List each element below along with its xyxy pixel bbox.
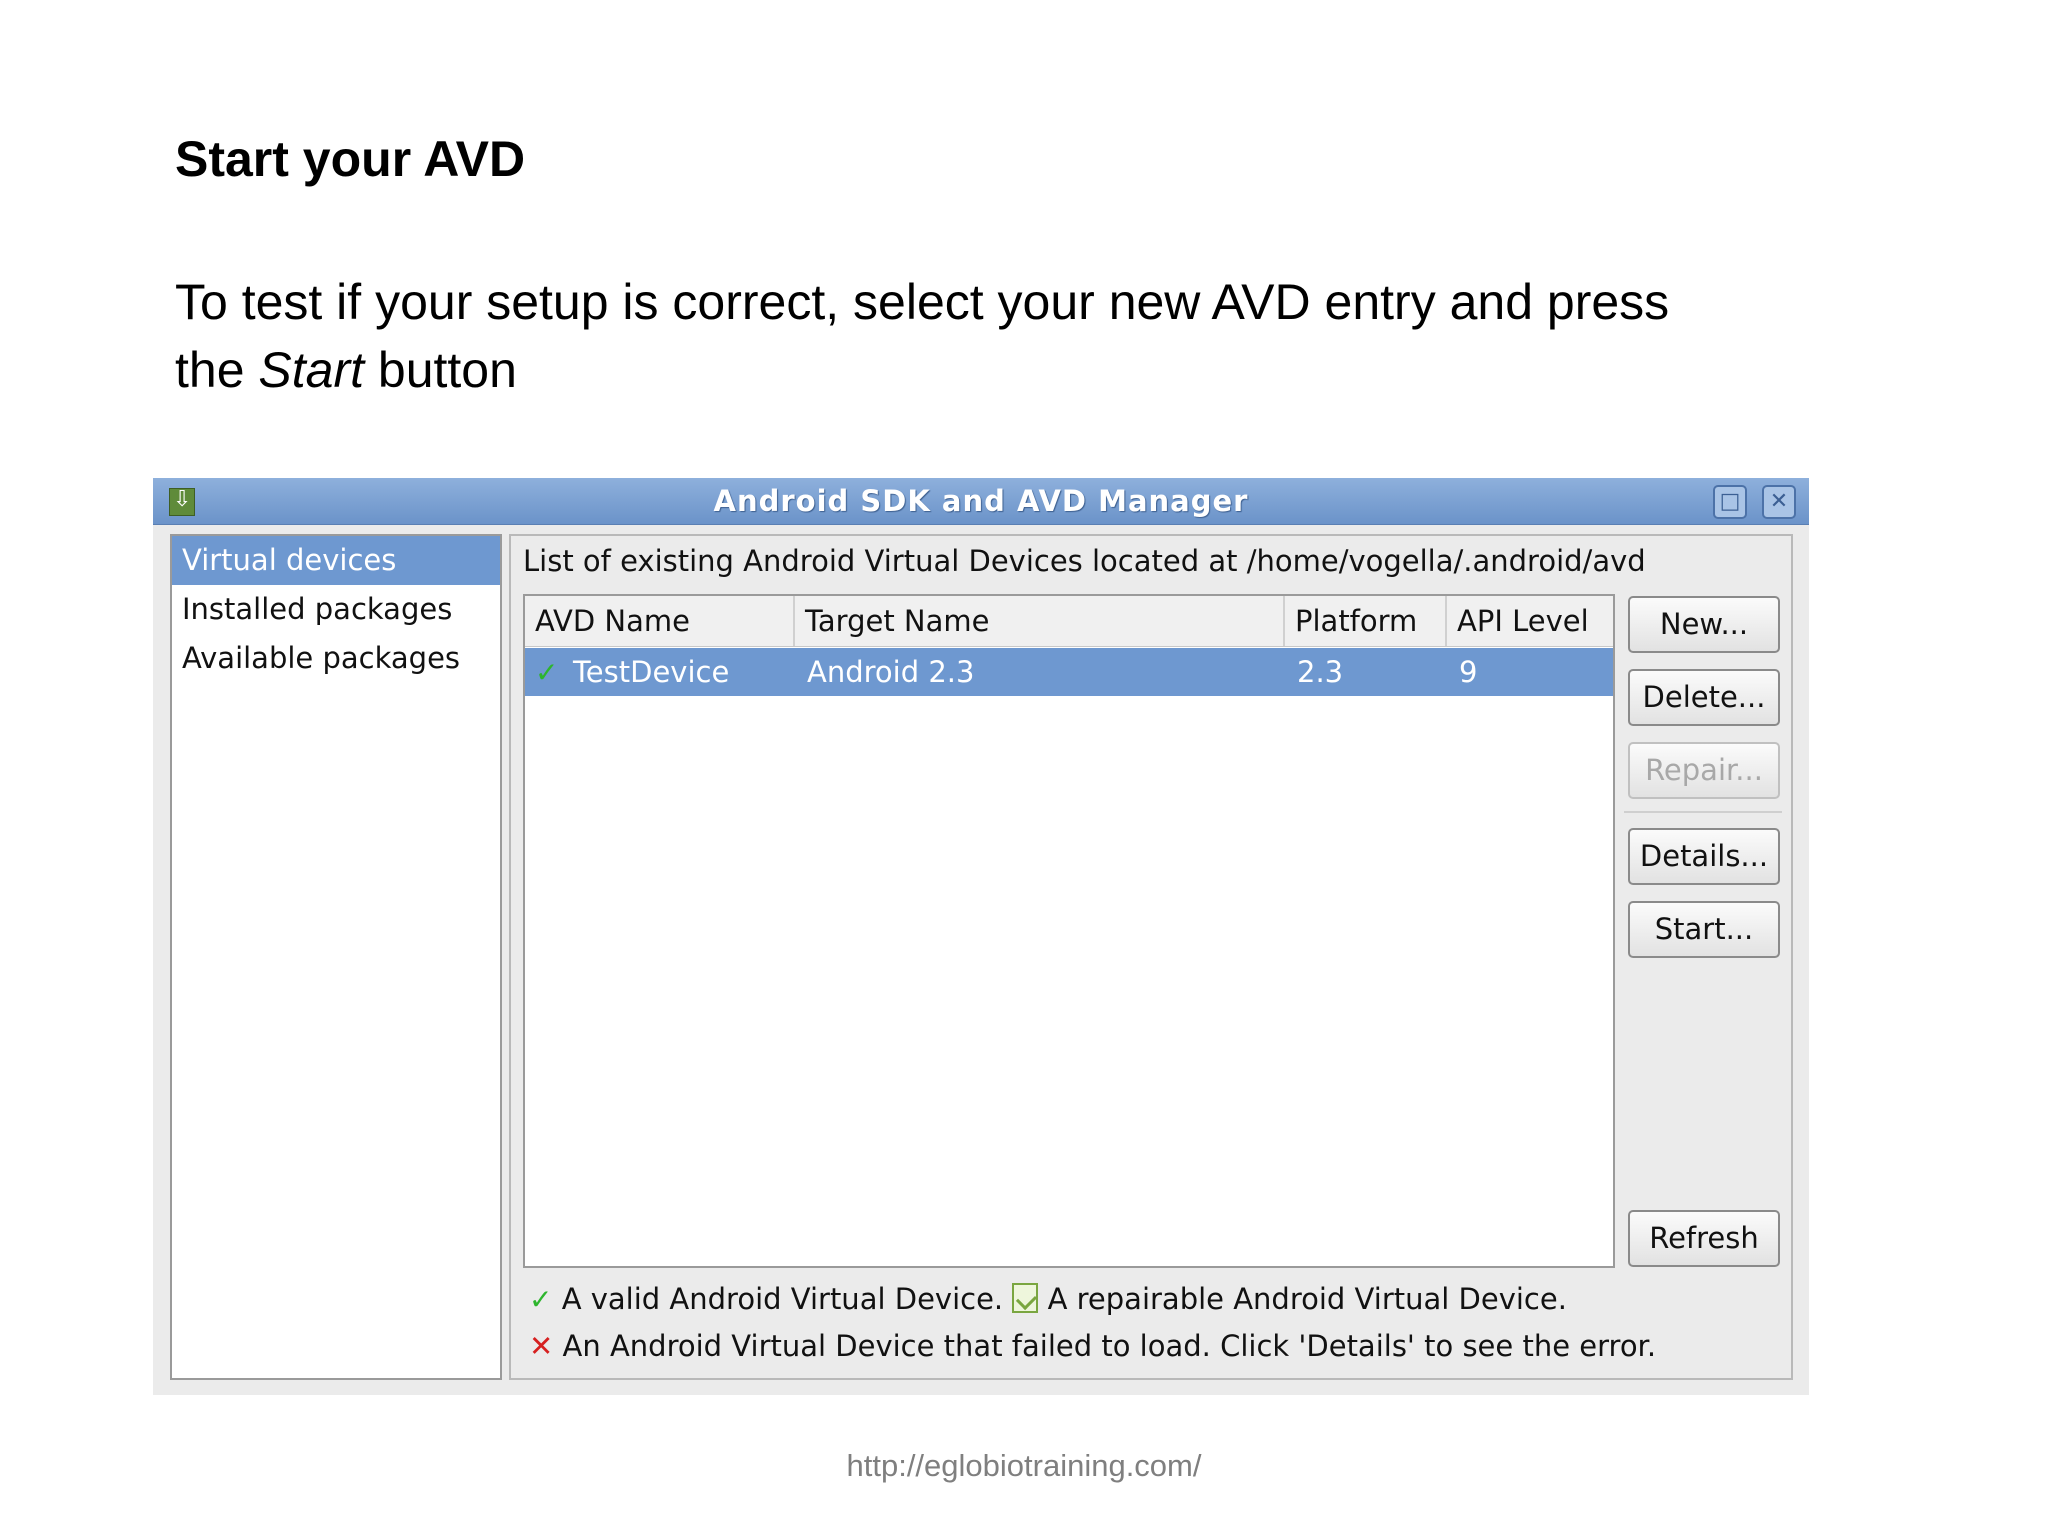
avd-table: AVD Name Target Name Platform API Level … [523, 594, 1615, 1268]
legend-line-1: ✓ A valid Android Virtual Device. A repa… [529, 1282, 1567, 1316]
failed-x-icon: ✕ [529, 1329, 554, 1363]
virtual-devices-panel: List of existing Android Virtual Devices… [509, 534, 1793, 1380]
sidebar-item-installed-packages[interactable]: Installed packages [172, 585, 500, 634]
slide-title: Start your AVD [175, 131, 526, 187]
window-titlebar[interactable]: Android SDK and AVD Manager □ ✕ [153, 478, 1809, 525]
api-level-cell: 9 [1459, 655, 1478, 689]
repairable-icon [1012, 1283, 1039, 1313]
column-header-platform[interactable]: Platform [1285, 596, 1447, 646]
legend-line-2: ✕ An Android Virtual Device that failed … [529, 1329, 1656, 1363]
legend-failed-text: An Android Virtual Device that failed to… [562, 1329, 1657, 1363]
new-button[interactable]: New... [1628, 596, 1780, 653]
avd-name-cell: TestDevice [573, 655, 730, 689]
details-button[interactable]: Details... [1628, 828, 1780, 885]
delete-button[interactable]: Delete... [1628, 669, 1780, 726]
maximize-icon[interactable]: □ [1713, 485, 1747, 519]
table-header: AVD Name Target Name Platform API Level [525, 596, 1613, 647]
button-separator [1624, 811, 1782, 813]
slide-body: To test if your setup is correct, select… [175, 268, 1875, 404]
avd-location-caption: List of existing Android Virtual Devices… [523, 544, 1646, 578]
column-header-target-name[interactable]: Target Name [795, 596, 1285, 646]
sidebar-item-virtual-devices[interactable]: Virtual devices [172, 536, 500, 585]
start-button[interactable]: Start... [1628, 901, 1780, 958]
table-row[interactable]: ✓ TestDevice Android 2.3 2.3 9 [525, 648, 1613, 696]
window-title: Android SDK and AVD Manager [713, 484, 1249, 518]
slide-body-emphasis: Start [258, 342, 364, 398]
check-icon: ✓ [535, 656, 559, 689]
slide-body-line1: To test if your setup is correct, select… [175, 274, 1670, 330]
valid-check-icon: ✓ [529, 1283, 553, 1316]
sidebar-nav: Virtual devices Installed packages Avail… [170, 534, 502, 1380]
footer-url: http://eglobiotraining.com/ [846, 1448, 1202, 1483]
repair-button[interactable]: Repair... [1628, 742, 1780, 799]
legend-valid-text: A valid Android Virtual Device. [561, 1282, 1004, 1316]
refresh-button[interactable]: Refresh [1628, 1210, 1780, 1267]
column-header-api-level[interactable]: API Level [1447, 596, 1613, 646]
platform-cell: 2.3 [1297, 655, 1344, 689]
slide-body-line2-start: the [175, 342, 259, 398]
close-icon[interactable]: ✕ [1762, 485, 1796, 519]
column-header-avd-name[interactable]: AVD Name [525, 596, 795, 646]
slide-body-line2-end: button [364, 342, 517, 398]
avd-manager-window: Android SDK and AVD Manager □ ✕ Virtual … [153, 478, 1809, 1395]
legend-repairable-text: A repairable Android Virtual Device. [1047, 1282, 1567, 1316]
target-name-cell: Android 2.3 [807, 655, 975, 689]
sidebar-item-available-packages[interactable]: Available packages [172, 634, 500, 683]
